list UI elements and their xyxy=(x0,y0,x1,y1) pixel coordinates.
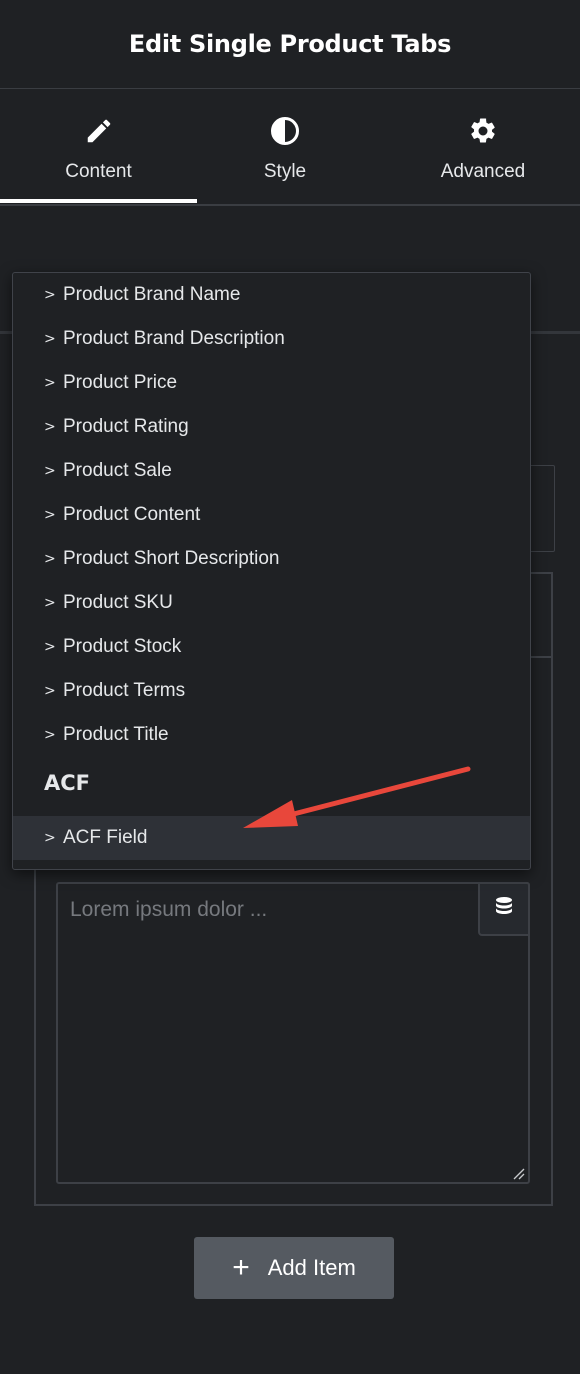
dropdown-item[interactable]: > Product Terms xyxy=(13,669,530,713)
tab-style-label: Style xyxy=(263,161,307,182)
dropdown-item[interactable]: > Product SKU xyxy=(13,581,530,625)
tab-advanced[interactable]: Advanced xyxy=(386,89,580,204)
dropdown-item-label: Product Sale xyxy=(63,460,172,481)
textarea-placeholder: Lorem ipsum dolor ... xyxy=(70,898,268,921)
panel-title: Edit Single Product Tabs xyxy=(128,30,452,58)
dropdown-item-label: ACF Field xyxy=(63,827,148,848)
chevron-right-icon: > xyxy=(44,507,56,523)
plus-icon: + xyxy=(232,1251,250,1284)
dropdown-item-label: Product Content xyxy=(63,504,201,525)
dropdown-item-label: Product Stock xyxy=(63,636,182,657)
dropdown-item[interactable]: > Product Brand Name xyxy=(13,273,530,317)
dropdown-item-label: Product Price xyxy=(63,372,178,393)
chevron-right-icon: > xyxy=(44,419,56,435)
dropdown-item[interactable]: > Product Sale xyxy=(13,449,530,493)
dropdown-item[interactable]: > Product Title xyxy=(13,713,530,757)
dropdown-item[interactable]: > Product Price xyxy=(13,361,530,405)
tab-content[interactable]: Content xyxy=(0,89,197,204)
resize-handle-icon[interactable] xyxy=(513,1167,525,1180)
dropdown-item[interactable]: > Product Short Description xyxy=(13,537,530,581)
chevron-right-icon: > xyxy=(44,287,56,303)
dropdown-group-heading: ACF xyxy=(44,771,91,795)
dynamic-tags-button[interactable] xyxy=(478,882,530,936)
dropdown-item-label: Product SKU xyxy=(63,592,173,613)
dropdown-item[interactable]: > Product Content xyxy=(13,493,530,537)
chevron-right-icon: > xyxy=(44,463,56,479)
panel-header: Edit Single Product Tabs xyxy=(0,0,580,89)
chevron-right-icon: > xyxy=(44,331,56,347)
chevron-right-icon: > xyxy=(44,683,56,699)
pencil-icon xyxy=(82,114,116,148)
dropdown-item-label: Product Brand Name xyxy=(63,284,241,305)
chevron-right-icon: > xyxy=(44,375,56,391)
chevron-right-icon: > xyxy=(44,830,56,846)
tab-content-label: Content xyxy=(65,161,132,182)
chevron-right-icon: > xyxy=(44,551,56,567)
dropdown-item-label: Product Title xyxy=(63,724,169,745)
contrast-icon xyxy=(268,114,302,148)
tab-content-textarea[interactable]: Lorem ipsum dolor ... xyxy=(56,882,530,1184)
dropdown-item-label: Product Rating xyxy=(63,416,189,437)
database-icon xyxy=(494,896,514,923)
add-item-label: Add Item xyxy=(267,1255,356,1280)
dropdown-item-acf-field[interactable]: > ACF Field xyxy=(13,816,530,860)
dropdown-item[interactable]: > Product Rating xyxy=(13,405,530,449)
tab-advanced-label: Advanced xyxy=(440,161,526,182)
gear-icon xyxy=(466,114,500,148)
chevron-right-icon: > xyxy=(44,595,56,611)
dropdown-item[interactable]: > Product Brand Description xyxy=(13,317,530,361)
tab-bar: Content Style Advanced xyxy=(0,89,580,206)
active-tab-indicator xyxy=(0,199,197,203)
dropdown-item-label: Product Short Description xyxy=(63,548,280,569)
dropdown-item[interactable]: > Product Stock xyxy=(13,625,530,669)
tab-style[interactable]: Style xyxy=(197,89,373,204)
chevron-right-icon: > xyxy=(44,639,56,655)
dropdown-item-label: Product Terms xyxy=(63,680,186,701)
add-item-button[interactable]: + Add Item xyxy=(194,1237,394,1299)
chevron-right-icon: > xyxy=(44,727,56,743)
dropdown-item-label: Product Brand Description xyxy=(63,328,285,349)
dynamic-tags-dropdown: > Product Brand Name > Product Brand Des… xyxy=(12,272,531,870)
